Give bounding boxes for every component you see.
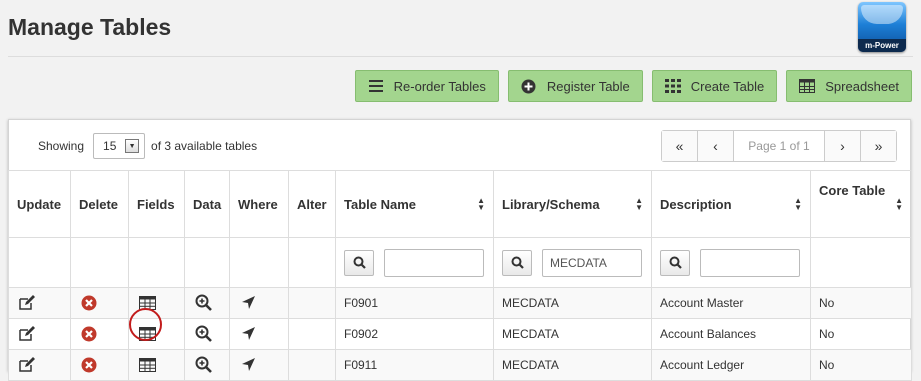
showing-control: Showing 15 ▼ of 3 available tables [38,133,257,159]
page-title: Manage Tables [8,14,172,40]
cell-library: MECDATA [493,318,652,350]
spreadsheet-button[interactable]: Spreadsheet [786,70,912,102]
col-alter: Alter [288,170,336,238]
col-description[interactable]: Description ▲ ▼ [651,170,811,238]
location-arrow-icon[interactable] [238,293,258,313]
mpower-logo: m-Power [858,2,906,52]
location-arrow-icon[interactable] [238,324,258,344]
title-divider [8,56,913,57]
last-page-button[interactable]: » [861,131,896,161]
col-delete: Delete [70,170,129,238]
chevron-down-icon: ▼ [125,139,140,153]
cell-description: Account Ledger [651,349,811,381]
tables-grid: Update Delete Fields Data Where Alter Ta… [8,170,912,381]
cell-library: MECDATA [493,349,652,381]
col-data: Data [184,170,230,238]
col-table-name-label: Table Name [344,196,417,212]
location-arrow-icon[interactable] [238,355,258,375]
zoom-in-icon[interactable] [193,354,213,374]
cell-core-table: No [810,318,912,350]
spreadsheet-label: Spreadsheet [825,78,899,94]
edit-icon[interactable] [17,355,37,375]
search-icon [669,256,682,269]
sort-icon: ▲ ▼ [895,196,903,212]
col-core-table[interactable]: Core Table ▲ ▼ [810,170,912,238]
col-fields: Fields [128,170,185,238]
toolbar: Re-order Tables Register Table Create Ta… [354,70,912,102]
available-tables-label: of 3 available tables [151,139,258,153]
col-core-table-label: Core Table [819,183,886,198]
table-name-filter-input[interactable] [384,248,484,277]
sort-icon: ▲ ▼ [635,196,643,212]
sort-icon: ▲ ▼ [477,196,485,212]
cell-table-name: F0901 [335,287,494,319]
reorder-tables-label: Re-order Tables [393,78,486,94]
cell-description: Account Balances [651,318,811,350]
plus-circle-icon [521,78,537,94]
table-row: F0901 MECDATA Account Master No [8,287,912,319]
col-where: Where [229,170,289,238]
grid-icon [664,78,681,94]
delete-icon[interactable] [79,293,99,313]
register-table-label: Register Table [546,78,630,94]
filter-row [8,237,912,288]
zoom-in-icon[interactable] [193,323,213,343]
description-filter-input[interactable] [700,248,800,277]
library-filter-input[interactable] [542,248,642,277]
register-table-button[interactable]: Register Table [507,70,643,102]
edit-icon[interactable] [17,324,37,344]
table-icon [799,78,816,94]
next-page-button[interactable]: › [825,131,861,161]
page-info: Page 1 of 1 [734,131,825,161]
col-table-name[interactable]: Table Name ▲ ▼ [335,170,494,238]
reorder-tables-button[interactable]: Re-order Tables [354,70,499,102]
fields-grid-icon[interactable] [137,293,157,313]
table-row: F0911 MECDATA Account Ledger No [8,349,912,381]
list-icon [368,78,384,94]
showing-label: Showing [38,139,85,153]
table-row: F0902 MECDATA Account Balances No [8,318,912,350]
zoom-in-icon[interactable] [193,292,213,312]
first-page-button[interactable]: « [662,131,698,161]
tables-panel: Showing 15 ▼ of 3 available tables « ‹ P… [8,119,912,381]
cell-library: MECDATA [493,287,652,319]
cell-table-name: F0902 [335,318,494,350]
prev-page-button[interactable]: ‹ [698,131,734,161]
search-icon [353,256,366,269]
cell-description: Account Master [651,287,811,319]
search-icon [511,256,524,269]
delete-icon[interactable] [79,355,99,375]
page-size-select[interactable]: 15 ▼ [93,133,146,159]
page-size-value: 15 [103,139,117,153]
cell-core-table: No [810,287,912,319]
sort-icon: ▲ ▼ [794,196,802,212]
edit-icon[interactable] [17,293,37,313]
create-table-button[interactable]: Create Table [651,70,778,102]
col-library[interactable]: Library/Schema ▲ ▼ [493,170,652,238]
delete-icon[interactable] [79,324,99,344]
pagination: « ‹ Page 1 of 1 › » [661,130,897,162]
fields-grid-icon[interactable] [137,355,157,375]
col-library-label: Library/Schema [502,196,600,212]
cell-core-table: No [810,349,912,381]
library-search-button[interactable] [502,249,532,276]
create-table-label: Create Table [690,78,765,94]
col-update: Update [8,170,71,238]
logo-text: m-Power [858,39,906,52]
table-name-search-button[interactable] [344,249,374,276]
cell-table-name: F0911 [335,349,494,381]
description-search-button[interactable] [660,249,690,276]
col-description-label: Description [660,196,732,212]
fields-grid-icon[interactable] [137,324,157,344]
